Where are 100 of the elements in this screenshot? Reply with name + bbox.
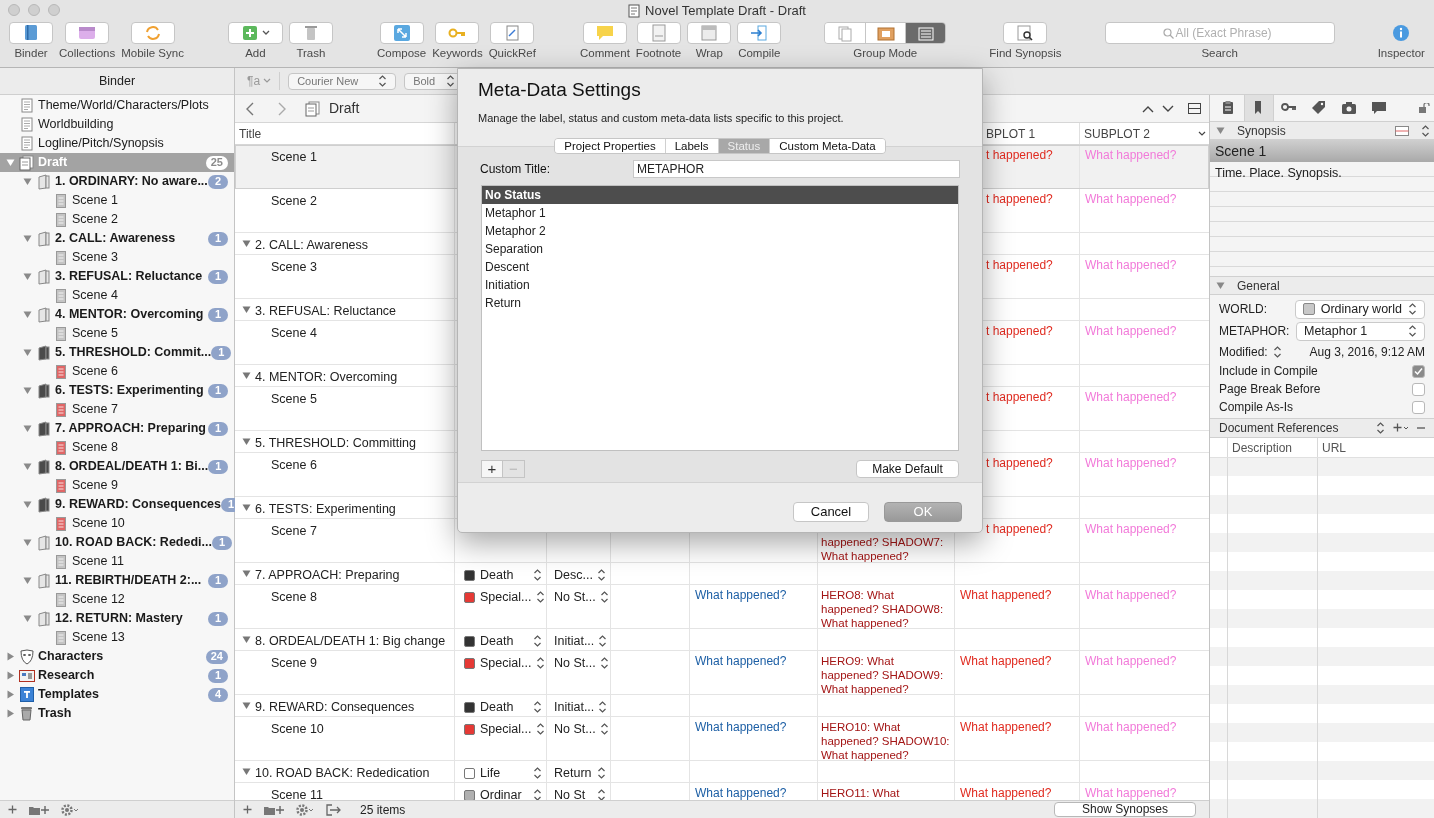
right-triangle-icon[interactable] [6,690,15,699]
binder-item[interactable]: 3. REFUSAL: Reluctance 1 [0,267,234,286]
status-popup[interactable]: Initiat... [547,698,610,717]
plus-icon[interactable] [243,805,252,814]
binder-item[interactable]: Scene 4 [0,286,234,305]
outline-row[interactable]: 8. ORDEAL/DEATH 1: Big change Death Initiat... [235,629,1209,651]
outline-row[interactable]: 10. ROAD BACK: Rededication Life Return [235,761,1209,783]
status-popup[interactable]: No St... [547,654,610,673]
label-popup[interactable]: Special... [455,588,546,607]
up-chevron-icon[interactable] [1142,104,1154,113]
toolbar-button[interactable]: Collections [58,22,117,63]
binder-item[interactable]: Trash [0,704,234,723]
binder-item[interactable]: Templates 4 [0,685,234,704]
segment-button[interactable] [905,23,946,43]
binder-item[interactable]: Scene 6 [0,362,234,381]
down-triangle-icon[interactable] [242,239,251,248]
binder-item[interactable]: Scene 3 [0,248,234,267]
binder-item[interactable]: 2. CALL: Awareness 1 [0,229,234,248]
binder-item[interactable]: 11. REBIRTH/DEATH 2:... 1 [0,571,234,590]
binder-item[interactable]: Logline/Pitch/Synopsis [0,134,234,153]
binder-item[interactable]: Scene 12 [0,590,234,609]
binder-item[interactable]: Scene 8 [0,438,234,457]
checkbox[interactable] [1412,382,1425,396]
segment-button[interactable] [865,23,906,43]
toolbar-button[interactable]: Comment [579,22,631,63]
down-triangle-icon[interactable] [23,424,32,433]
binder-item[interactable]: Worldbuilding [0,115,234,134]
checkbox[interactable] [1412,364,1425,378]
down-triangle-icon[interactable] [6,158,15,167]
list-item[interactable]: Descent [482,258,958,276]
tab[interactable]: Labels [664,139,718,153]
toolbar-button[interactable]: Inspector [1376,22,1426,63]
list-item[interactable]: Initiation [482,276,958,294]
binder-item[interactable]: 6. TESTS: Experimenting 1 [0,381,234,400]
add-button[interactable]: + [481,460,503,478]
column-header[interactable]: SUBPLOT 2 [1084,124,1150,143]
down-triangle-icon[interactable] [23,272,32,281]
toolbar-button[interactable]: Compose [375,22,428,63]
outline-row[interactable]: Scene 10 Special... No St... What happened? HERO10: What happened? SHADOW10: What happened? What happened? What happened? [235,717,1209,761]
down-triangle-icon[interactable] [23,614,32,623]
lock-icon[interactable] [1418,103,1430,113]
binder-item[interactable]: Scene 7 [0,400,234,419]
down-triangle-icon[interactable] [242,371,251,380]
toolbar-button[interactable]: QuickRef [487,22,537,63]
down-triangle-icon[interactable] [23,538,32,547]
label-popup[interactable]: Death [455,632,546,651]
status-popup[interactable]: Return [547,764,610,783]
segmented-control[interactable] [824,22,947,44]
list-item[interactable]: No Status [482,186,958,204]
binder-item[interactable]: 5. THRESHOLD: Commit... 1 [0,343,234,362]
tab[interactable]: Project Properties [555,139,665,153]
column-header[interactable]: BPLOT 1 [986,124,1036,143]
binder-item[interactable]: 10. ROAD BACK: Rededi... 1 [0,533,234,552]
list-item[interactable]: Separation [482,240,958,258]
down-triangle-icon[interactable] [242,437,251,446]
down-triangle-icon[interactable] [242,305,251,314]
status-popup[interactable]: No St [547,786,610,800]
status-popup[interactable]: No St... [547,720,610,739]
list-item[interactable]: Metaphor 2 [482,222,958,240]
list-item[interactable]: Metaphor 1 [482,204,958,222]
down-triangle-icon[interactable] [23,177,32,186]
export-icon[interactable] [326,803,342,816]
binder-item[interactable]: Scene 5 [0,324,234,343]
down-triangle-icon[interactable] [23,576,32,585]
status-popup[interactable]: No St... [547,588,610,607]
show-synopses-button[interactable]: Show Synopses [1054,802,1196,817]
binder-item[interactable]: Research 1 [0,666,234,685]
outline-row[interactable]: Scene 8 Special... No St... What happened? HERO8: What happened? SHADOW8: What happened? What happened? What happened? [235,585,1209,629]
label-popup[interactable]: Death [455,698,546,717]
down-triangle-icon[interactable] [23,310,32,319]
column-header[interactable]: Description [1228,438,1318,457]
label-popup[interactable]: Special... [455,720,546,739]
down-triangle-icon[interactable] [23,234,32,243]
custom-title-field[interactable]: METAPHOR [633,160,960,178]
down-triangle-icon[interactable] [23,500,32,509]
down-triangle-icon[interactable] [1216,281,1225,290]
folder-plus-icon[interactable] [29,804,49,815]
down-triangle-icon[interactable] [23,386,32,395]
binder-item[interactable]: Characters 24 [0,647,234,666]
toolbar-button[interactable]: Footnote [634,22,683,63]
image-toggle-icon[interactable] [1395,125,1409,136]
binder-item[interactable]: Scene 2 [0,210,234,229]
label-popup[interactable]: Death [455,566,546,585]
tab[interactable]: Custom Meta-Data [769,139,885,153]
right-triangle-icon[interactable] [6,709,15,718]
down-triangle-icon[interactable] [242,503,251,512]
outline-row[interactable]: 7. APPROACH: Preparing Death Desc... [235,563,1209,585]
label-popup[interactable]: Life [455,764,546,783]
binder-item[interactable]: 4. MENTOR: Overcoming 1 [0,305,234,324]
outline-row[interactable]: 9. REWARD: Consequences Death Initiat... [235,695,1209,717]
split-view-icon[interactable] [1188,103,1201,114]
column-header[interactable]: URL [1318,438,1350,457]
binder-item[interactable]: Scene 9 [0,476,234,495]
gear-icon[interactable] [296,803,314,816]
binder-item[interactable]: Scene 13 [0,628,234,647]
binder-item[interactable]: 12. RETURN: Mastery 1 [0,609,234,628]
gear-icon[interactable] [61,803,79,816]
down-triangle-icon[interactable] [242,767,251,776]
binder-item[interactable]: Scene 1 [0,191,234,210]
inspector-tab[interactable] [1244,95,1274,121]
